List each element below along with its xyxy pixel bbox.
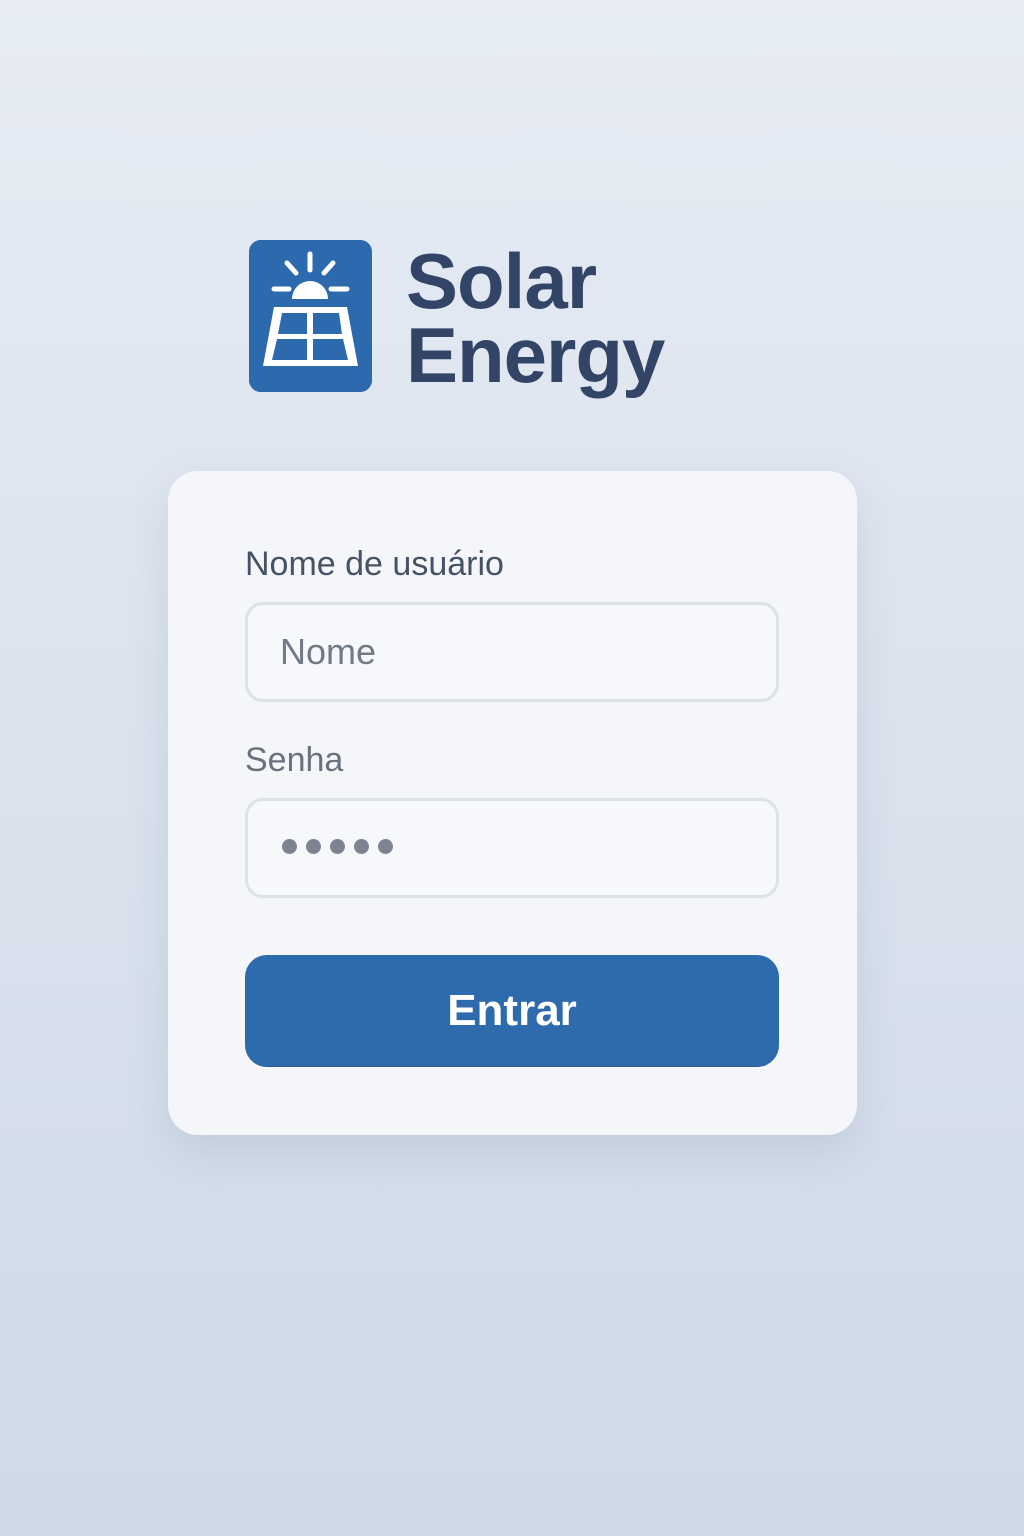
login-card: Nome de usuário Senha Entrar xyxy=(168,471,857,1135)
username-field[interactable] xyxy=(245,602,779,702)
password-dot xyxy=(354,839,369,854)
password-dot xyxy=(306,839,321,854)
submit-button[interactable]: Entrar xyxy=(245,955,779,1067)
solar-panel-sun-icon xyxy=(249,240,372,392)
password-label: Senha xyxy=(245,741,344,779)
brand-name-line-1: Solar xyxy=(406,237,597,325)
brand-name-line-2: Energy xyxy=(406,311,665,399)
brand-name: Solar Energy xyxy=(406,237,665,399)
password-field[interactable] xyxy=(245,798,779,898)
brand-lockup: Solar Energy xyxy=(249,237,665,399)
password-dot xyxy=(378,839,393,854)
password-dot xyxy=(330,839,345,854)
password-mask xyxy=(282,839,393,854)
password-dot xyxy=(282,839,297,854)
username-input[interactable] xyxy=(248,605,776,699)
username-label: Nome de usuário xyxy=(245,545,504,583)
